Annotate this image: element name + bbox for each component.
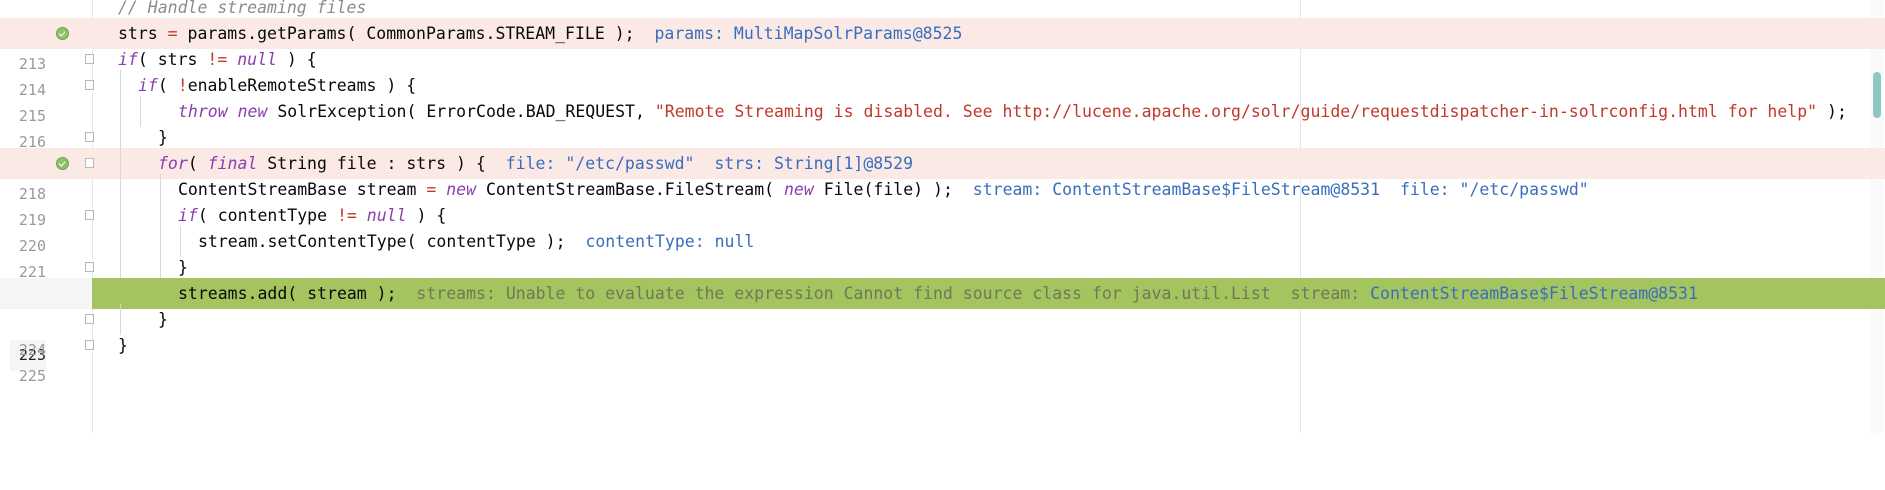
fold-marker-icon[interactable] xyxy=(85,314,94,324)
fold-marker-icon[interactable] xyxy=(85,54,94,64)
inline-debug-value: stream: ContentStreamBase$FileStream@853… xyxy=(972,180,1381,199)
fold-marker-icon[interactable] xyxy=(85,80,94,90)
inline-debug-value: ContentStreamBase$FileStream@8531 xyxy=(1370,284,1698,303)
inline-debug-value: contentType: null xyxy=(585,232,755,251)
inline-debug-value: streams: Unable to evaluate the expressi… xyxy=(416,284,1271,303)
inline-debug-value: file: "/etc/passwd" xyxy=(1399,180,1589,199)
code-editor[interactable]: 212 // Handle streaming files 213 strs =… xyxy=(0,0,1885,433)
fold-marker-icon[interactable] xyxy=(85,132,94,142)
code-line[interactable]: 225 } xyxy=(0,330,1885,385)
inline-debug-value: strs: String[1]@8529 xyxy=(714,154,914,173)
line-number: 225 xyxy=(18,367,46,385)
fold-marker-icon[interactable] xyxy=(85,158,94,168)
verified-breakpoint-icon[interactable] xyxy=(56,157,69,170)
code-text: } xyxy=(118,336,128,355)
inline-debug-value: params: MultiMapSolrParams@8525 xyxy=(654,24,963,43)
inline-debug-value: file: "/etc/passwd" xyxy=(505,154,695,173)
inline-debug-label: stream: xyxy=(1290,284,1371,303)
verified-breakpoint-icon[interactable] xyxy=(56,27,69,40)
fold-marker-icon[interactable] xyxy=(85,210,94,220)
fold-marker-icon[interactable] xyxy=(85,340,94,350)
fold-marker-icon[interactable] xyxy=(85,262,94,272)
